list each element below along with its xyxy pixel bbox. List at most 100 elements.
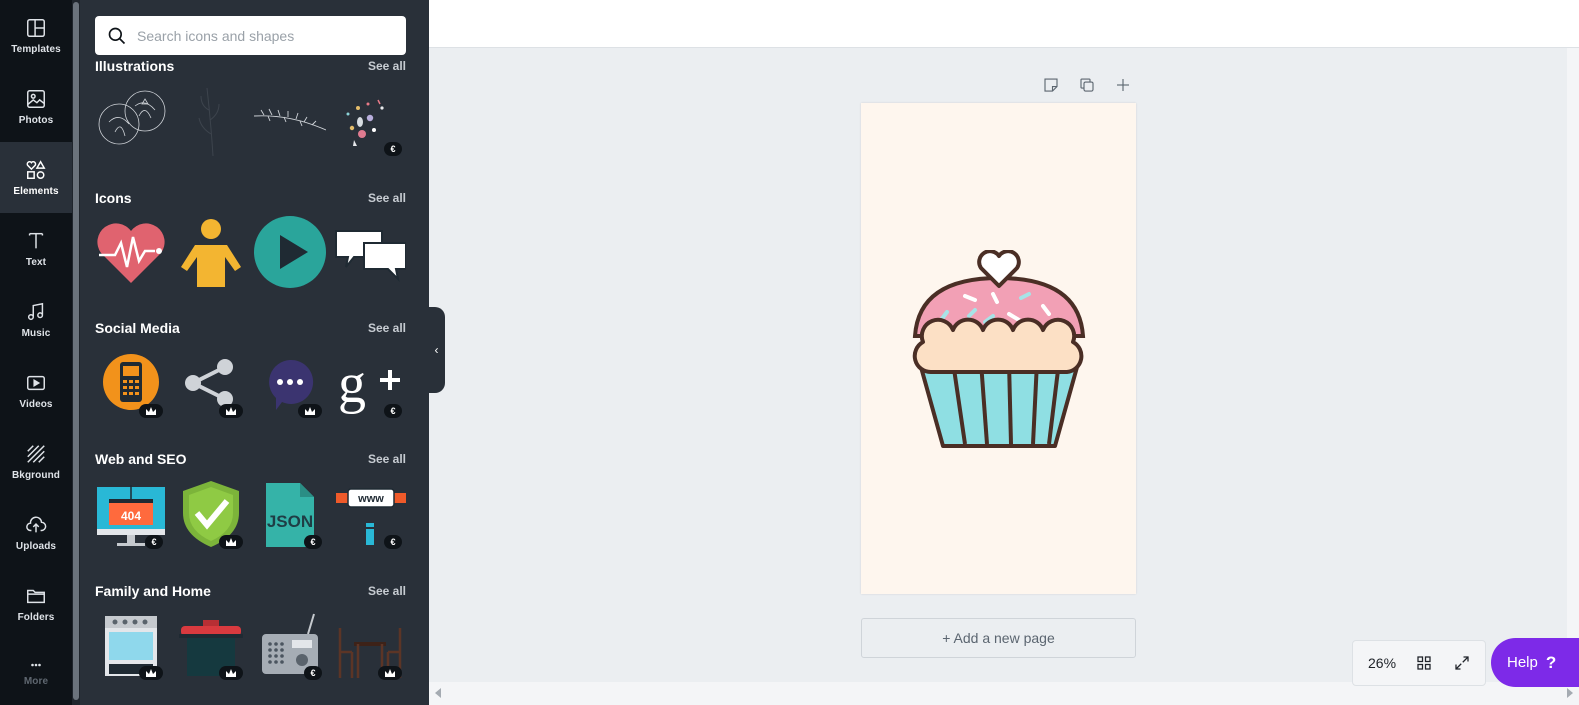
section-header-social-media: Social Media See all: [95, 320, 406, 336]
price-badge: €: [304, 666, 322, 680]
duplicate-icon: [1080, 78, 1094, 92]
rail-label: Photos: [18, 114, 54, 126]
zoom-level[interactable]: 26%: [1368, 655, 1396, 671]
rail-label: Uploads: [15, 540, 57, 552]
search-box[interactable]: [95, 16, 406, 55]
scrollbar-thumb[interactable]: [73, 2, 79, 700]
rail-item-videos[interactable]: Videos: [0, 355, 72, 426]
rail-scrollbar[interactable]: [72, 0, 80, 705]
rail-item-photos[interactable]: Photos: [0, 71, 72, 142]
text-icon: [28, 232, 44, 248]
confetti-illustration[interactable]: €: [334, 84, 406, 158]
zoom-controls: 26%: [1352, 640, 1486, 686]
rail-item-folders[interactable]: Folders: [0, 568, 72, 639]
json-file[interactable]: JSON €: [254, 477, 326, 551]
cabbage-illustration[interactable]: [95, 84, 167, 158]
see-all-link[interactable]: See all: [368, 452, 406, 466]
duplicate-page-button[interactable]: [1076, 74, 1098, 96]
premium-crown-badge: [298, 404, 322, 418]
see-all-link[interactable]: See all: [368, 59, 406, 73]
rail-label: Folders: [17, 611, 55, 623]
table-chairs[interactable]: [334, 608, 406, 682]
videos-icon: [27, 375, 45, 390]
uploads-icon: [26, 515, 47, 532]
music-icon: [27, 302, 44, 320]
rail-item-templates[interactable]: Templates: [0, 0, 72, 71]
note-icon: [1044, 78, 1058, 92]
price-badge: €: [145, 535, 163, 549]
fullscreen-button[interactable]: [1452, 653, 1472, 673]
branch-illustration[interactable]: [175, 84, 247, 158]
rail-item-elements[interactable]: Elements: [0, 142, 72, 213]
message-dots-icon[interactable]: [254, 346, 326, 420]
expand-icon: [1455, 656, 1469, 670]
json-label-text: JSON: [267, 512, 313, 531]
rail-item-background[interactable]: Bkground: [0, 426, 72, 497]
price-badge: €: [384, 535, 402, 549]
scroll-left-arrow[interactable]: [435, 688, 441, 698]
bbq-grill[interactable]: [175, 608, 247, 682]
web-seo-row: 404 € JSON € www €: [95, 477, 406, 551]
search-input[interactable]: [137, 27, 397, 44]
oven[interactable]: [95, 608, 167, 682]
radio[interactable]: €: [254, 608, 326, 682]
svg-text:g: g: [338, 353, 366, 415]
rail-label: Templates: [11, 43, 61, 55]
cupcake-graphic[interactable]: [909, 250, 1089, 450]
top-toolbar: [429, 0, 1579, 48]
crown-icon: [226, 669, 236, 677]
heart-pulse-icon[interactable]: [95, 215, 167, 289]
see-all-link[interactable]: See all: [368, 191, 406, 205]
question-mark-icon: ?: [1545, 652, 1557, 672]
chat-bubbles-icon[interactable]: [334, 215, 407, 289]
crown-icon: [226, 407, 236, 415]
share-icon[interactable]: [175, 346, 247, 420]
design-page[interactable]: [861, 103, 1136, 594]
more-icon: [31, 663, 41, 667]
grid-icon: [1417, 656, 1431, 670]
section-title: Illustrations: [95, 58, 175, 74]
rail-label: Music: [21, 327, 51, 339]
section-title: Family and Home: [95, 583, 211, 599]
help-button[interactable]: Help ?: [1491, 638, 1579, 687]
premium-crown-badge: [219, 404, 243, 418]
crown-icon: [305, 407, 315, 415]
section-header-web-seo: Web and SEO See all: [95, 451, 406, 467]
see-all-link[interactable]: See all: [368, 321, 406, 335]
error-404-monitor[interactable]: 404 €: [95, 477, 167, 551]
rail-item-music[interactable]: Music: [0, 284, 72, 355]
rail-item-text[interactable]: Text: [0, 213, 72, 284]
premium-crown-badge: [139, 666, 163, 680]
folders-icon: [27, 589, 45, 603]
scroll-right-arrow[interactable]: [1567, 688, 1573, 698]
section-title: Social Media: [95, 320, 180, 336]
play-icon[interactable]: [254, 215, 326, 289]
rail-item-more[interactable]: More: [0, 639, 72, 705]
www-signboard[interactable]: www €: [334, 477, 406, 551]
person-icon[interactable]: [175, 215, 247, 289]
security-shield[interactable]: [175, 477, 247, 551]
left-rail: Templates Photos Elements Text Music Vid…: [0, 0, 72, 705]
crown-icon: [226, 538, 236, 546]
rail-item-uploads[interactable]: Uploads: [0, 497, 72, 568]
vertical-scrollbar[interactable]: [1567, 48, 1579, 682]
phone-circle-icon[interactable]: [95, 346, 167, 420]
see-all-link[interactable]: See all: [368, 584, 406, 598]
add-new-page-button[interactable]: + Add a new page: [861, 618, 1136, 658]
add-note-button[interactable]: [1040, 74, 1062, 96]
photos-icon: [27, 89, 45, 108]
collapse-panel-button[interactable]: ‹: [428, 307, 445, 393]
rail-label: More: [23, 676, 49, 687]
add-page-plus-button[interactable]: [1112, 74, 1134, 96]
templates-icon: [27, 18, 45, 37]
crown-icon: [146, 669, 156, 677]
grid-view-button[interactable]: [1414, 653, 1434, 673]
rail-label: Videos: [19, 398, 53, 410]
section-header-illustrations: Illustrations See all: [95, 58, 406, 74]
google-plus-icon[interactable]: g €: [334, 346, 406, 420]
elements-icon: [26, 159, 46, 179]
twig-illustration[interactable]: [253, 84, 327, 158]
social-media-row: g €: [95, 346, 406, 420]
rail-label: Text: [25, 256, 47, 268]
search-icon: [108, 27, 126, 44]
